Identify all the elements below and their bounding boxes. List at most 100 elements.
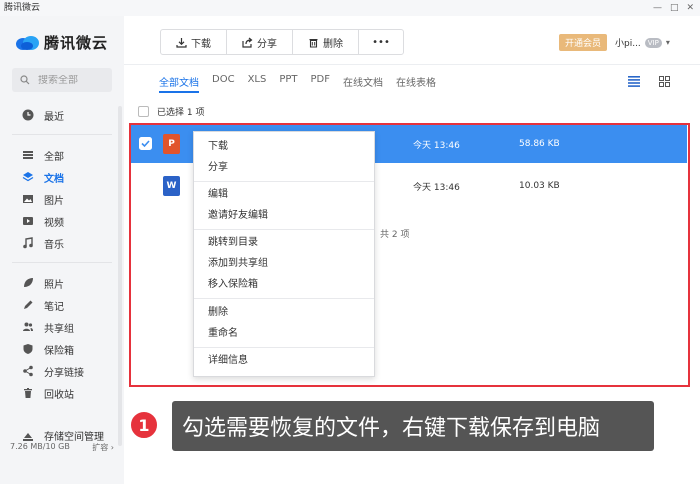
maximize-button[interactable]: □	[670, 0, 679, 16]
search-input[interactable]	[38, 74, 108, 86]
download-button[interactable]: 下载	[161, 30, 227, 54]
sidebar-item-share-links[interactable]: 分享链接	[0, 360, 118, 382]
layers-icon	[22, 172, 34, 182]
menu-item-download[interactable]: 下载	[194, 137, 374, 157]
window-title: 腾讯微云	[4, 3, 41, 13]
sidebar-item-label: 图片	[44, 195, 64, 207]
tab-pdf[interactable]: PDF	[311, 74, 330, 92]
expand-storage-link[interactable]: 扩容 ›	[92, 442, 114, 453]
sidebar-item-label: 笔记	[44, 301, 64, 313]
menu-item-edit[interactable]: 编辑	[194, 185, 374, 205]
chevron-down-icon: ▾	[665, 38, 670, 47]
music-icon	[23, 237, 33, 249]
sidebar-item-label: 分享链接	[44, 367, 84, 379]
title-bar: 腾讯微云 — □ ✕	[0, 0, 700, 16]
storage-management[interactable]: 存储空间管理	[0, 428, 124, 443]
tab-online-sheets[interactable]: 在线表格	[396, 74, 436, 92]
select-all-row: 已选择 1 项	[138, 105, 204, 118]
sidebar-item-recent[interactable]: 最近	[0, 104, 118, 126]
app-logo: 腾讯微云	[14, 32, 108, 53]
menu-item-details[interactable]: 详细信息	[194, 351, 374, 371]
sidebar-item-label: 照片	[44, 279, 64, 291]
download-label: 下载	[191, 38, 211, 50]
storage-usage: 7.26 MB/10 GB 扩容 ›	[10, 442, 114, 453]
sidebar-item-label: 最近	[44, 111, 64, 123]
shield-icon	[23, 344, 33, 354]
sidebar-item-videos[interactable]: 视频	[0, 210, 118, 232]
step-badge: 1	[129, 410, 159, 440]
grid-view-icon[interactable]	[659, 76, 670, 87]
list-view-icon[interactable]	[628, 76, 640, 87]
video-icon	[23, 217, 33, 225]
minimize-button[interactable]: —	[653, 0, 662, 16]
search-box[interactable]	[12, 68, 112, 92]
sidebar-item-images[interactable]: 图片	[0, 188, 118, 210]
select-all-checkbox[interactable]	[138, 106, 149, 117]
open-vip-button[interactable]: 开通会员	[559, 34, 607, 51]
file-toolbar: 下载 分享 删除 •••	[160, 29, 404, 55]
sidebar-item-label: 音乐	[44, 239, 64, 251]
sidebar-divider	[12, 134, 112, 135]
sidebar-item-label: 回收站	[44, 389, 74, 401]
image-icon	[23, 195, 33, 203]
vip-badge: VIP	[644, 37, 662, 48]
menu-item-rename[interactable]: 重命名	[194, 324, 374, 344]
users-icon	[23, 322, 33, 331]
sidebar-item-photos[interactable]: 照片	[0, 272, 118, 294]
more-button[interactable]: •••	[359, 30, 403, 54]
context-menu: 下载 分享 编辑 邀请好友编辑 跳转到目录 添加到共享组 移入保险箱 删除 重命…	[193, 131, 375, 377]
header-divider	[124, 64, 700, 65]
share-link-icon	[23, 365, 33, 377]
sidebar: 腾讯微云 最近 全部 文档 图片 视频	[0, 16, 124, 484]
user-menu[interactable]: 小pi... VIP ▾	[615, 34, 670, 51]
instruction-banner: 勾选需要恢复的文件，右键下载保存到电脑	[172, 401, 654, 451]
sidebar-item-label: 全部	[44, 151, 64, 163]
menu-separator	[194, 229, 374, 230]
window-controls: — □ ✕	[653, 0, 694, 16]
tab-online-docs[interactable]: 在线文档	[343, 74, 383, 92]
more-icon: •••	[372, 36, 390, 48]
sidebar-item-all[interactable]: 全部	[0, 144, 118, 166]
sidebar-item-music[interactable]: 音乐	[0, 232, 118, 254]
menu-separator	[194, 181, 374, 182]
list-icon	[23, 151, 33, 159]
share-button[interactable]: 分享	[227, 30, 293, 54]
sidebar-item-notes[interactable]: 笔记	[0, 294, 118, 316]
sidebar-scrollbar[interactable]	[118, 106, 122, 446]
leaf-icon	[24, 278, 33, 287]
tab-ppt[interactable]: PPT	[279, 74, 297, 92]
close-button[interactable]: ✕	[686, 0, 694, 16]
cloud-logo-icon	[16, 35, 39, 50]
trash-icon	[24, 388, 32, 398]
search-icon	[20, 75, 30, 85]
logo-text: 腾讯微云	[44, 34, 109, 52]
menu-item-share[interactable]: 分享	[194, 158, 374, 178]
menu-item-move-to-vault[interactable]: 移入保险箱	[194, 275, 374, 295]
sidebar-item-shared-group[interactable]: 共享组	[0, 316, 118, 338]
sidebar-item-label: 视频	[44, 217, 64, 229]
username: 小pi...	[615, 39, 641, 49]
share-icon	[242, 37, 253, 48]
tab-all-docs[interactable]: 全部文档	[159, 74, 199, 93]
download-icon	[176, 37, 187, 48]
delete-button[interactable]: 删除	[293, 30, 359, 54]
sidebar-item-documents[interactable]: 文档	[0, 166, 118, 188]
delete-label: 删除	[323, 38, 343, 50]
tab-doc[interactable]: DOC	[212, 74, 235, 92]
share-label: 分享	[257, 38, 277, 50]
menu-item-go-to-folder[interactable]: 跳转到目录	[194, 233, 374, 253]
storage-label: 存储空间管理	[44, 432, 104, 443]
menu-item-invite-edit[interactable]: 邀请好友编辑	[194, 206, 374, 226]
sidebar-item-recycle-bin[interactable]: 回收站	[0, 382, 118, 404]
tab-xls[interactable]: XLS	[248, 74, 267, 92]
menu-item-add-to-shared-group[interactable]: 添加到共享组	[194, 254, 374, 274]
sidebar-item-vault[interactable]: 保险箱	[0, 338, 118, 360]
clock-icon	[22, 109, 34, 121]
storage-used: 7.26 MB/10 GB	[10, 442, 70, 451]
pen-icon	[24, 300, 33, 309]
menu-item-delete[interactable]: 删除	[194, 303, 374, 323]
menu-separator	[194, 347, 374, 348]
trash-icon	[309, 38, 318, 48]
weiyun-window: 腾讯微云 — □ ✕ 腾讯微云 最近	[0, 0, 700, 484]
menu-separator	[194, 298, 374, 299]
